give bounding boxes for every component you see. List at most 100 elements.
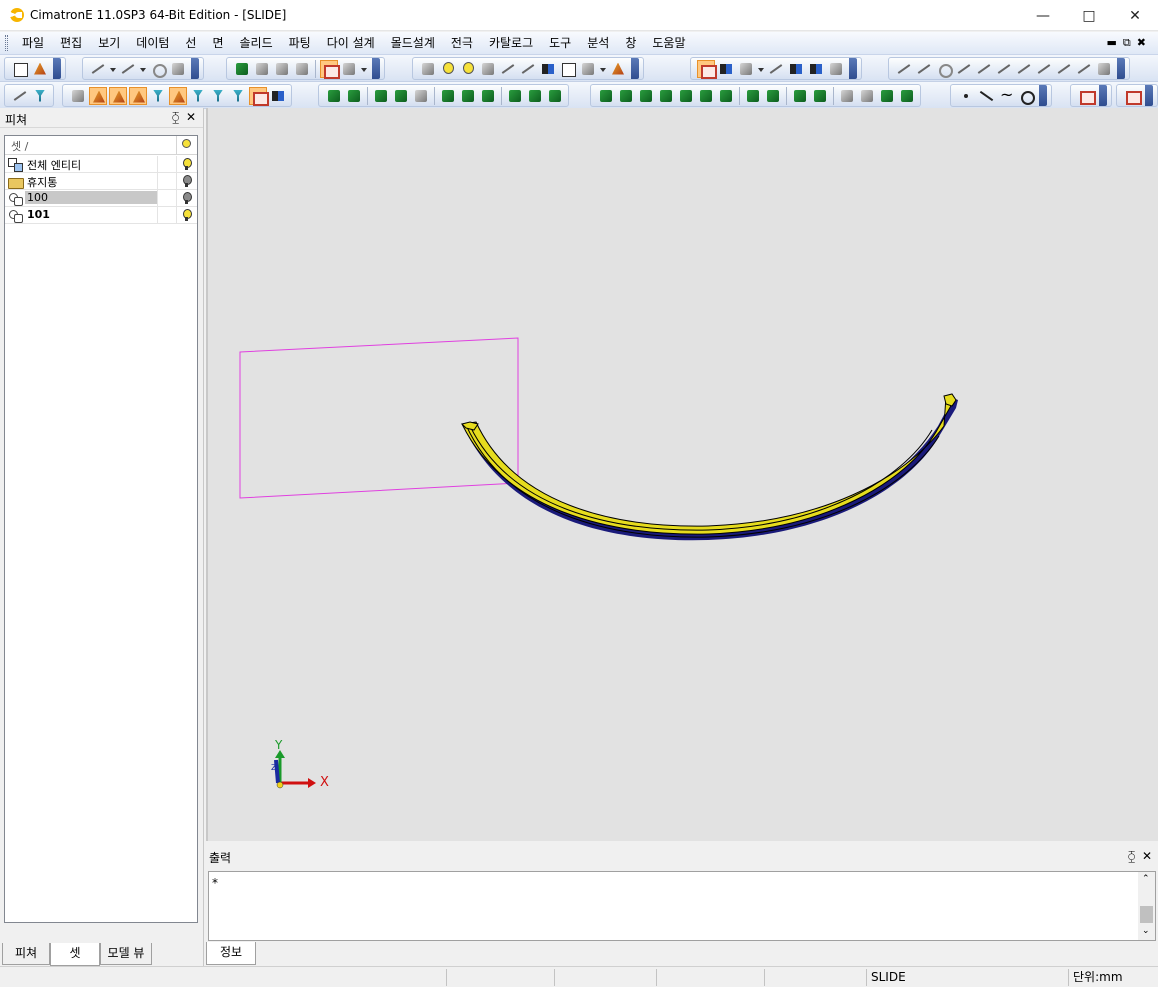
menu-mold-design[interactable]: 몰드설계: [383, 36, 443, 51]
graphics-viewport[interactable]: X Y Z: [206, 108, 1158, 841]
light-bulb-on-icon[interactable]: [459, 60, 477, 78]
close-button[interactable]: ✕: [1112, 0, 1158, 31]
brush-icon[interactable]: [827, 60, 845, 78]
curvature-icon[interactable]: [878, 87, 896, 105]
menu-datum[interactable]: 데이텀: [128, 36, 177, 51]
glasses-icon[interactable]: [149, 60, 167, 78]
chamfer-icon[interactable]: [459, 87, 477, 105]
cut-body-icon[interactable]: [526, 87, 544, 105]
output-scrollbar[interactable]: ⌃ ⌄: [1138, 872, 1155, 940]
redo-icon[interactable]: [119, 60, 137, 78]
close-panel-icon[interactable]: ✕: [1142, 849, 1152, 863]
toolbar-overflow-handle[interactable]: [1099, 85, 1107, 106]
paint-dropdown-icon[interactable]: [757, 60, 765, 78]
analyze-icon[interactable]: [838, 87, 856, 105]
filter-sketch-icon[interactable]: [209, 87, 227, 105]
scrollbar-thumb[interactable]: [1140, 906, 1153, 923]
pick-filter-icon[interactable]: [31, 87, 49, 105]
toolbar-overflow-handle[interactable]: [1117, 58, 1125, 79]
surface-blend-icon[interactable]: [637, 87, 655, 105]
arrow-right-icon[interactable]: [519, 60, 537, 78]
arc-tool-icon[interactable]: [955, 60, 973, 78]
work-plane-rectangle[interactable]: [239, 337, 519, 499]
exit-sketch-icon[interactable]: [1123, 87, 1142, 105]
filter-solid-icon[interactable]: [89, 86, 107, 105]
redo-dropdown-icon[interactable]: [139, 60, 147, 78]
split-body-icon[interactable]: [506, 87, 524, 105]
menu-grip[interactable]: [5, 35, 8, 51]
menu-electrode[interactable]: 전극: [443, 36, 481, 51]
pattern-icon[interactable]: [764, 87, 782, 105]
light-bulb-off-icon[interactable]: [479, 60, 497, 78]
line-tool-icon[interactable]: [895, 60, 913, 78]
mirror-icon[interactable]: [744, 87, 762, 105]
visibility-off-icon[interactable]: [176, 190, 196, 206]
zoom-icon[interactable]: [273, 60, 291, 78]
minimize-button[interactable]: —: [1020, 0, 1066, 31]
catalog-icon[interactable]: [609, 60, 627, 78]
draft-icon[interactable]: [479, 87, 497, 105]
surface-trim-icon[interactable]: [697, 87, 715, 105]
set-icon[interactable]: [579, 60, 597, 78]
toolbar-overflow-handle[interactable]: [53, 58, 61, 79]
render-dropdown-icon[interactable]: [360, 60, 368, 78]
angle-tool-icon[interactable]: [1055, 60, 1073, 78]
menu-analysis[interactable]: 분석: [579, 36, 617, 51]
menu-catalog[interactable]: 카탈로그: [481, 36, 541, 51]
line-width-icon[interactable]: [807, 60, 825, 78]
surface-drive-icon[interactable]: [657, 87, 675, 105]
pin-icon[interactable]: ⧲: [172, 110, 179, 125]
model-canvas[interactable]: X Y Z: [208, 108, 1158, 841]
menu-file[interactable]: 파일: [14, 36, 52, 51]
copy-icon[interactable]: [811, 87, 829, 105]
plane-tool-icon[interactable]: [975, 60, 993, 78]
color-table-icon[interactable]: [717, 60, 735, 78]
revolve-icon[interactable]: [345, 87, 363, 105]
menu-surface[interactable]: 면: [204, 36, 231, 51]
tree-row[interactable]: 휴지통: [5, 173, 197, 190]
menu-tools[interactable]: 도구: [541, 36, 579, 51]
polyline-tool-icon[interactable]: [915, 60, 933, 78]
boolean-icon[interactable]: [372, 87, 390, 105]
pen-icon[interactable]: [767, 60, 785, 78]
line-style-icon[interactable]: [787, 60, 805, 78]
tab-sets[interactable]: 셋: [50, 943, 100, 966]
toolbar-overflow-handle[interactable]: [372, 58, 380, 79]
tab-model-view[interactable]: 모델 뷰: [100, 943, 152, 965]
surface-sweep-icon[interactable]: [597, 87, 615, 105]
wireframe-view-icon[interactable]: [340, 60, 358, 78]
filter-swap-icon[interactable]: [269, 87, 287, 105]
surface-loft-icon[interactable]: [617, 87, 635, 105]
menu-parting[interactable]: 파팅: [281, 36, 319, 51]
extrude-icon[interactable]: [325, 87, 343, 105]
curved-slide-part[interactable]: [461, 394, 953, 535]
delete-face-icon[interactable]: [546, 87, 564, 105]
pick-icon[interactable]: [11, 87, 29, 105]
menu-help[interactable]: 도움말: [644, 36, 693, 51]
close-panel-icon[interactable]: ✕: [186, 110, 196, 124]
maximize-button[interactable]: □: [1066, 0, 1112, 31]
visibility-on-icon[interactable]: [176, 207, 196, 223]
filter-icon[interactable]: [539, 60, 557, 78]
menu-window[interactable]: 창: [617, 36, 644, 51]
tree-row[interactable]: 101: [5, 207, 197, 224]
draft-analysis-icon[interactable]: [898, 87, 916, 105]
zoom-window-icon[interactable]: [253, 60, 271, 78]
new-file-icon[interactable]: [11, 60, 29, 78]
light-bulb-icon[interactable]: [439, 60, 457, 78]
menu-die-design[interactable]: 다이 설계: [319, 36, 383, 51]
offset-tool-icon[interactable]: [1095, 60, 1113, 78]
point-tool-icon[interactable]: [957, 87, 975, 105]
shell-icon[interactable]: [392, 87, 410, 105]
menu-view[interactable]: 보기: [90, 36, 128, 51]
tree-row[interactable]: 전체 엔티티: [5, 156, 197, 173]
line-draw-icon[interactable]: [977, 87, 995, 105]
filter-point-icon[interactable]: [169, 86, 187, 105]
tree-row-selected[interactable]: 100: [5, 190, 197, 207]
sketcher-icon[interactable]: [1077, 87, 1096, 105]
trim-tool-icon[interactable]: [1015, 60, 1033, 78]
toolbar-overflow-handle[interactable]: [849, 58, 857, 79]
set-dropdown-icon[interactable]: [599, 60, 607, 78]
arrow-left-icon[interactable]: [499, 60, 517, 78]
rotate-view-icon[interactable]: [293, 60, 311, 78]
